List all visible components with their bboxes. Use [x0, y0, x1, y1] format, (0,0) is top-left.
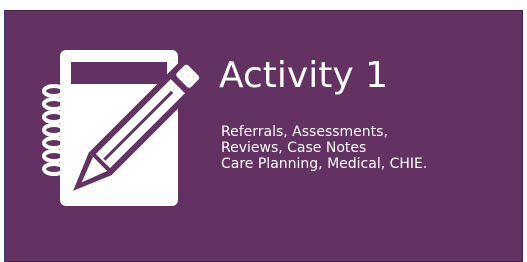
tile-description: Referrals, Assessments, Reviews, Case No…: [221, 124, 427, 172]
description-line: Reviews, Case Notes: [221, 140, 367, 156]
description-line: Care Planning, Medical, CHIE.: [221, 156, 428, 172]
tile-left-edge: [4, 10, 6, 262]
notebook-pencil-icon: [42, 50, 211, 206]
tile-title: Activity 1: [219, 55, 388, 96]
description-line: Referrals, Assessments,: [221, 124, 388, 140]
